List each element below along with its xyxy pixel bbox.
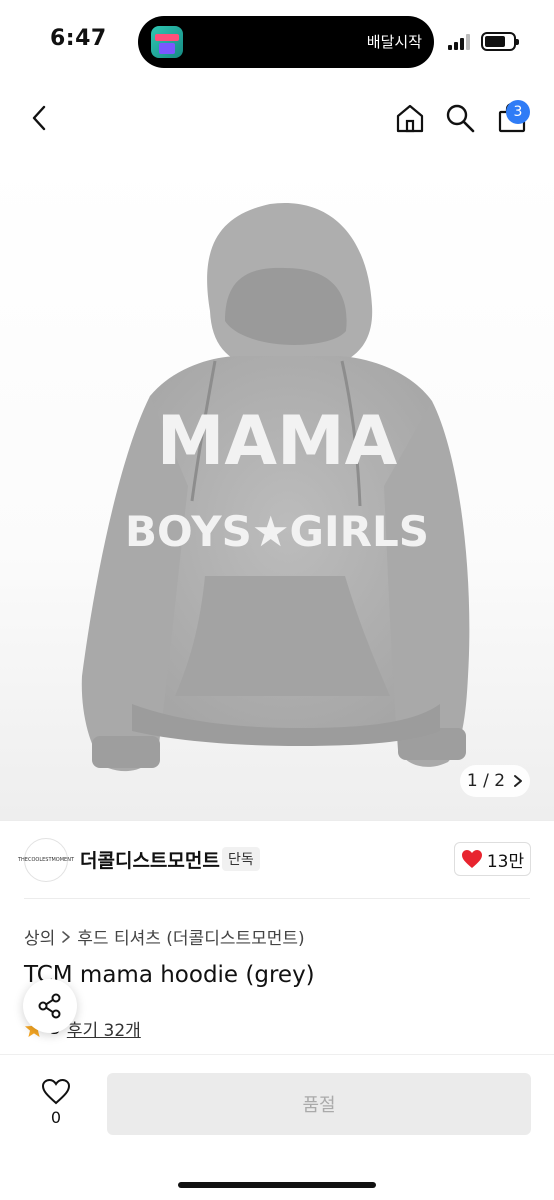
review-count-link[interactable]: 후기 32개 [67, 1016, 141, 1041]
share-button[interactable] [23, 979, 77, 1033]
seller-like-button[interactable]: 13만 [454, 842, 531, 876]
back-button[interactable] [22, 100, 58, 136]
product-title: TCM mama hoodie (grey) [24, 962, 315, 988]
search-button[interactable] [442, 100, 478, 136]
divider [24, 898, 530, 899]
cellular-signal-icon [448, 34, 472, 50]
image-counter-text: 1 / 2 [466, 771, 506, 791]
heart-filled-icon [461, 850, 482, 868]
cart-count-badge: 3 [506, 100, 530, 124]
wishlist-button[interactable] [36, 1074, 76, 1108]
product-image: MAMA BOYS★GIRLS [81, 202, 470, 772]
top-navigation [0, 92, 554, 148]
chevron-right-icon [62, 930, 71, 943]
dynamic-island-live-activity[interactable]: 배달시작 [138, 16, 434, 68]
home-icon [396, 104, 424, 133]
delivery-app-icon [151, 26, 183, 58]
wishlist-count: 0 [50, 1108, 62, 1127]
battery-icon [481, 32, 519, 51]
share-icon [38, 993, 61, 1019]
exclusive-badge: 단독 [222, 847, 260, 871]
breadcrumb: 상의 후드 티셔츠 (더콜디스트모먼트) [24, 924, 305, 949]
home-button[interactable] [392, 100, 428, 136]
divider [0, 820, 554, 821]
product-image-gallery[interactable]: MAMA BOYS★GIRLS [0, 156, 554, 820]
breadcrumb-category[interactable]: 상의 [24, 924, 55, 949]
image-counter[interactable]: 1 / 2 [460, 765, 530, 797]
live-activity-label: 배달시작 [366, 33, 422, 51]
hoodie-print-boys-girls: BOYS★GIRLS [125, 507, 429, 556]
seller-logo-text: THECOOLESTMOMENT [17, 857, 75, 863]
seller-name[interactable]: 더콜디스트모먼트 [80, 846, 220, 873]
status-bar: 6:47 배달시작 [0, 0, 554, 80]
home-indicator [178, 1182, 376, 1188]
hoodie-print-mama: MAMA [157, 402, 398, 481]
seller-logo[interactable]: THECOOLESTMOMENT [18, 838, 74, 882]
chevron-right-icon [514, 775, 523, 787]
chevron-left-icon [32, 105, 46, 131]
status-time: 6:47 [50, 26, 107, 51]
search-icon [446, 104, 475, 133]
seller-like-count: 13만 [486, 851, 525, 872]
sold-out-button[interactable]: 품절 [107, 1073, 531, 1135]
breadcrumb-subcategory[interactable]: 후드 티셔츠 (더콜디스트모먼트) [77, 924, 304, 949]
heart-outline-icon [41, 1078, 71, 1104]
